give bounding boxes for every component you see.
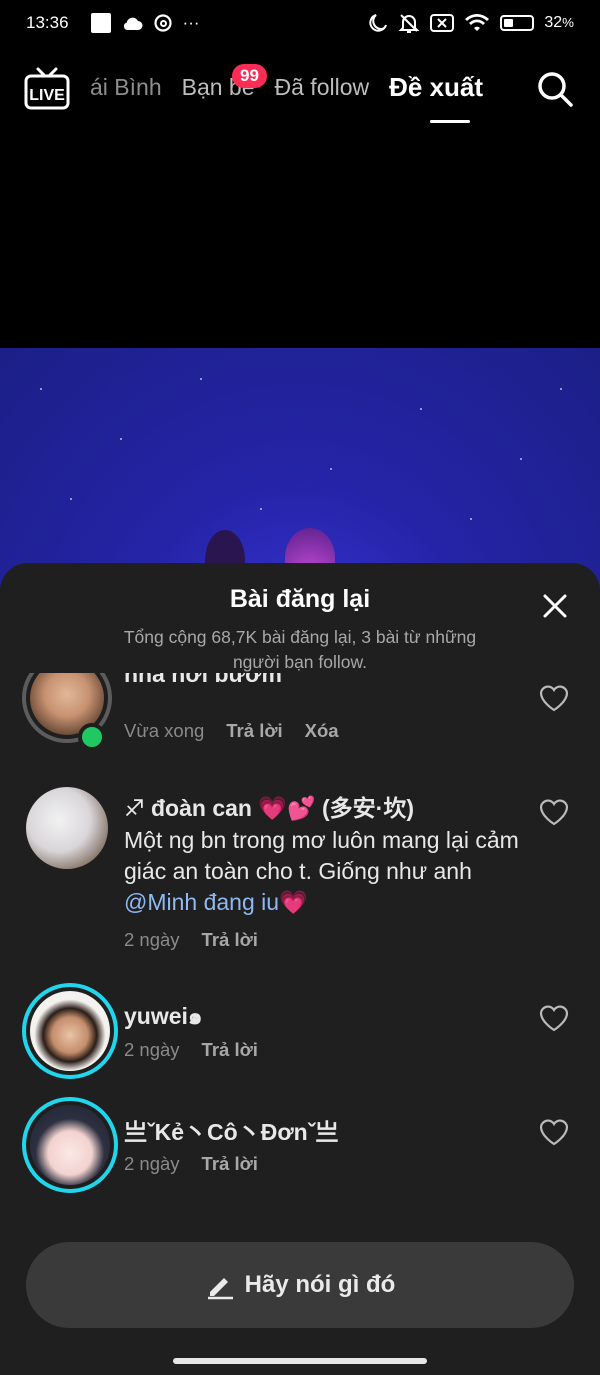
comment-text: Một ng bn trong mơ luôn mang lại cảm giá…	[124, 825, 524, 918]
no-sim-icon	[430, 14, 455, 32]
delete-button[interactable]: Xóa	[305, 720, 339, 741]
more-notifications-icon: ···	[182, 13, 200, 32]
top-nav: LIVE ái Bình Bạn bè Đã follow Đề xuất 99	[0, 60, 600, 130]
live-icon[interactable]: LIVE	[24, 66, 70, 110]
close-icon[interactable]	[542, 593, 568, 619]
cloud-icon	[123, 17, 143, 30]
comment-emoji: 💗	[279, 889, 308, 915]
wifi-icon	[465, 14, 490, 31]
moon-icon	[369, 14, 388, 32]
threads-icon	[153, 14, 172, 32]
reply-button[interactable]: Trả lời	[202, 1039, 258, 1060]
friends-badge: 99	[232, 64, 267, 88]
tab-following[interactable]: Đã follow	[275, 74, 370, 103]
heart-icon[interactable]	[538, 683, 570, 713]
comment-input-placeholder: Hãy nói gì đó	[244, 1271, 396, 1298]
status-right: 32%	[368, 12, 574, 34]
battery-percent: 32%	[544, 14, 574, 31]
live-label: LIVE	[29, 87, 65, 104]
mention-link[interactable]: @Minh đang iu	[124, 889, 279, 915]
gallery-notification-icon	[90, 13, 111, 33]
comment-meta: 2 ngày Trả lời	[124, 1153, 258, 1175]
home-indicator[interactable]	[173, 1358, 427, 1364]
commenter-name[interactable]: nhà hơi bướm	[124, 673, 282, 688]
comment-body: Một ng bn trong mơ luôn mang lại cảm giá…	[124, 827, 519, 884]
heart-icon[interactable]	[538, 1003, 570, 1033]
comment-meta: 2 ngày Trả lời	[124, 929, 258, 951]
comment-meta: Vừa xong Trả lời Xóa	[124, 720, 339, 742]
comment-time: 2 ngày	[124, 1039, 180, 1060]
battery-icon	[500, 15, 535, 31]
commenter-name[interactable]: ♐ đoàn can 💗💕 (多安·坎)	[124, 789, 414, 823]
list-item: nhà hơi bướm Vừa xong Trả lời Xóa	[0, 673, 600, 753]
sheet-title: Bài đăng lại	[229, 585, 371, 613]
comment-time: Vừa xong	[124, 720, 205, 741]
search-icon[interactable]	[536, 70, 574, 108]
avatar[interactable]	[22, 983, 118, 1079]
active-tab-indicator	[430, 120, 470, 123]
clock: 13:36	[26, 13, 69, 32]
online-indicator	[78, 723, 106, 751]
tab-for-you[interactable]: Đề xuất	[389, 72, 483, 103]
heart-icon[interactable]	[538, 1117, 570, 1147]
status-bar: 13:36 ··· 32%	[0, 0, 600, 46]
avatar[interactable]	[22, 1097, 118, 1193]
avatar[interactable]	[26, 787, 108, 869]
list-item: 亗ˇKẻ丶Cô丶Đơnˇ亗 2 ngày Trả lời	[0, 1097, 600, 1197]
reply-button[interactable]: Trả lời	[226, 720, 282, 741]
list-item: ♐ đoàn can 💗💕 (多安·坎) Một ng bn trong mơ …	[0, 783, 600, 953]
comment-input[interactable]: Hãy nói gì đó	[26, 1242, 574, 1328]
list-item: yuwei๑ 2 ngày Trả lời	[0, 983, 600, 1083]
status-left: 13:36 ···	[26, 13, 200, 33]
reply-button[interactable]: Trả lời	[202, 929, 258, 950]
commenter-name[interactable]: yuwei๑	[124, 999, 203, 1035]
comment-time: 2 ngày	[124, 1153, 180, 1174]
commenter-name[interactable]: 亗ˇKẻ丶Cô丶Đơnˇ亗	[124, 1113, 338, 1147]
reply-button[interactable]: Trả lời	[202, 1153, 258, 1174]
tab-location[interactable]: ái Bình	[90, 74, 162, 103]
sheet-subtitle: Tổng cộng 68,7K bài đăng lại, 3 bài từ n…	[123, 627, 477, 672]
pen-icon	[207, 1278, 233, 1300]
comment-time: 2 ngày	[124, 929, 180, 950]
muted-bell-icon	[398, 14, 420, 33]
feed-tabs: ái Bình Bạn bè Đã follow Đề xuất	[90, 72, 503, 103]
comment-meta: 2 ngày Trả lời	[124, 1039, 258, 1061]
heart-icon[interactable]	[538, 797, 570, 827]
